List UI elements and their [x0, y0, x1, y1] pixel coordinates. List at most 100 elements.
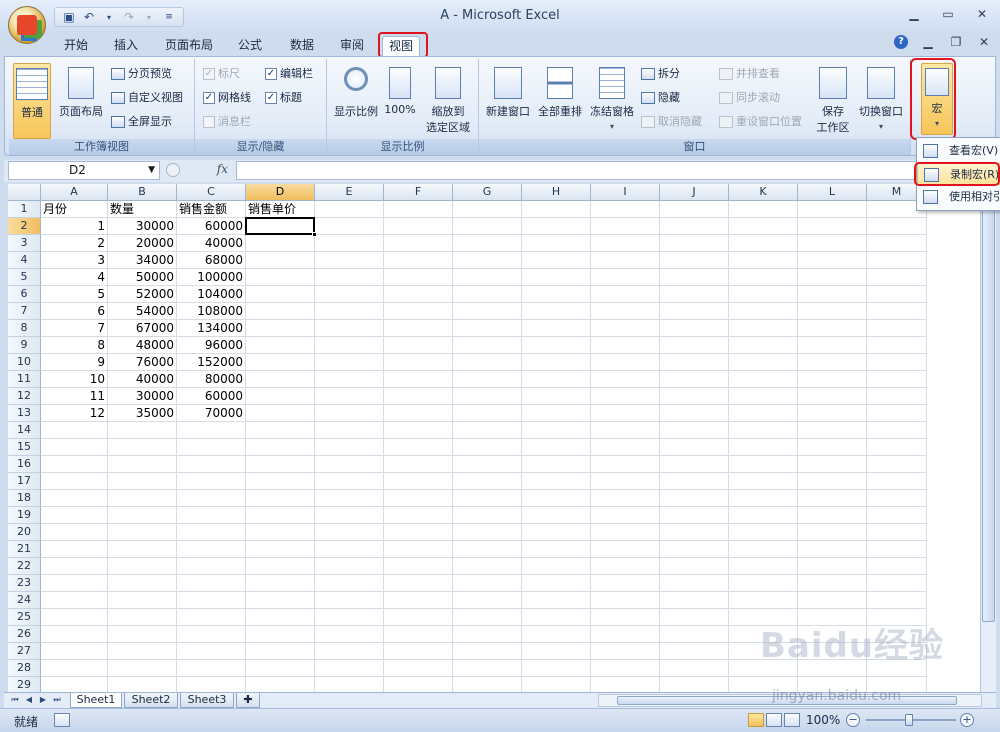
cell-a27[interactable] [41, 643, 108, 660]
cell-c6[interactable]: 104000 [177, 286, 246, 303]
cell-e4[interactable] [315, 252, 384, 269]
cell-c2[interactable]: 60000 [177, 218, 246, 235]
cell-a25[interactable] [41, 609, 108, 626]
cell-a11[interactable]: 10 [41, 371, 108, 388]
row-header-6[interactable]: 6 [8, 286, 41, 303]
cell-b14[interactable] [108, 422, 177, 439]
cell-a16[interactable] [41, 456, 108, 473]
cell-i8[interactable] [591, 320, 660, 337]
cell-i23[interactable] [591, 575, 660, 592]
row-header-15[interactable]: 15 [8, 439, 41, 456]
column-header-j[interactable]: J [660, 184, 729, 201]
cell-g11[interactable] [453, 371, 522, 388]
cell-h17[interactable] [522, 473, 591, 490]
cell-m10[interactable] [867, 354, 927, 371]
cell-j29[interactable] [660, 677, 729, 692]
cell-f7[interactable] [384, 303, 453, 320]
cell-g9[interactable] [453, 337, 522, 354]
cell-j21[interactable] [660, 541, 729, 558]
cell-f6[interactable] [384, 286, 453, 303]
column-header-g[interactable]: G [453, 184, 522, 201]
next-sheet-icon[interactable]: ▶ [38, 694, 48, 706]
cell-a20[interactable] [41, 524, 108, 541]
cell-h10[interactable] [522, 354, 591, 371]
cell-l4[interactable] [798, 252, 867, 269]
help-icon[interactable]: ? [894, 35, 908, 49]
row-header-4[interactable]: 4 [8, 252, 41, 269]
cell-a18[interactable] [41, 490, 108, 507]
cell-i25[interactable] [591, 609, 660, 626]
cell-m17[interactable] [867, 473, 927, 490]
cell-k24[interactable] [729, 592, 798, 609]
cell-b24[interactable] [108, 592, 177, 609]
cell-m2[interactable] [867, 218, 927, 235]
cell-k10[interactable] [729, 354, 798, 371]
cell-c10[interactable]: 152000 [177, 354, 246, 371]
cell-g25[interactable] [453, 609, 522, 626]
cell-g4[interactable] [453, 252, 522, 269]
cell-i28[interactable] [591, 660, 660, 677]
cell-g10[interactable] [453, 354, 522, 371]
headings-checkbox[interactable]: ✓ 标题 [265, 89, 302, 107]
cell-a8[interactable]: 7 [41, 320, 108, 337]
cell-j9[interactable] [660, 337, 729, 354]
cell-j12[interactable] [660, 388, 729, 405]
tab-insert[interactable]: 插入 [106, 36, 146, 56]
cell-a15[interactable] [41, 439, 108, 456]
cell-c14[interactable] [177, 422, 246, 439]
cell-c21[interactable] [177, 541, 246, 558]
cell-d26[interactable] [246, 626, 315, 643]
row-header-16[interactable]: 16 [8, 456, 41, 473]
insert-function-button[interactable]: fx [217, 162, 228, 176]
cell-j13[interactable] [660, 405, 729, 422]
tab-data[interactable]: 数据 [282, 36, 322, 56]
cell-d21[interactable] [246, 541, 315, 558]
cell-l10[interactable] [798, 354, 867, 371]
cell-b9[interactable]: 48000 [108, 337, 177, 354]
cell-m7[interactable] [867, 303, 927, 320]
cell-e27[interactable] [315, 643, 384, 660]
cell-h6[interactable] [522, 286, 591, 303]
row-header-23[interactable]: 23 [8, 575, 41, 592]
cell-k15[interactable] [729, 439, 798, 456]
cell-j1[interactable] [660, 201, 729, 218]
cell-c16[interactable] [177, 456, 246, 473]
cell-h11[interactable] [522, 371, 591, 388]
cell-k3[interactable] [729, 235, 798, 252]
cell-l20[interactable] [798, 524, 867, 541]
cell-j25[interactable] [660, 609, 729, 626]
reset-window-position-button[interactable]: 重设窗口位置 [719, 113, 802, 131]
cell-e11[interactable] [315, 371, 384, 388]
row-header-24[interactable]: 24 [8, 592, 41, 609]
cell-g15[interactable] [453, 439, 522, 456]
cell-i19[interactable] [591, 507, 660, 524]
cell-d24[interactable] [246, 592, 315, 609]
vertical-scrollbar[interactable] [980, 184, 996, 692]
cell-l3[interactable] [798, 235, 867, 252]
cell-b13[interactable]: 35000 [108, 405, 177, 422]
cell-k16[interactable] [729, 456, 798, 473]
cell-h2[interactable] [522, 218, 591, 235]
cell-b1[interactable]: 数量 [108, 201, 177, 218]
cell-d17[interactable] [246, 473, 315, 490]
cell-m15[interactable] [867, 439, 927, 456]
cell-m4[interactable] [867, 252, 927, 269]
zoom-to-selection-button[interactable]: 缩放到 选定区域 [419, 63, 477, 135]
cell-a29[interactable] [41, 677, 108, 692]
cell-h8[interactable] [522, 320, 591, 337]
cell-k1[interactable] [729, 201, 798, 218]
cell-l13[interactable] [798, 405, 867, 422]
cell-d25[interactable] [246, 609, 315, 626]
first-sheet-icon[interactable]: ⏮ [10, 694, 20, 706]
cell-i12[interactable] [591, 388, 660, 405]
cell-a6[interactable]: 5 [41, 286, 108, 303]
cell-c27[interactable] [177, 643, 246, 660]
cell-k14[interactable] [729, 422, 798, 439]
cell-m12[interactable] [867, 388, 927, 405]
cell-f9[interactable] [384, 337, 453, 354]
zoom-level[interactable]: 100% [806, 713, 840, 727]
cell-m8[interactable] [867, 320, 927, 337]
column-header-d[interactable]: D [246, 184, 315, 201]
column-header-l[interactable]: L [798, 184, 867, 201]
switch-windows-button[interactable]: 切换窗口 ▾ [855, 63, 907, 132]
